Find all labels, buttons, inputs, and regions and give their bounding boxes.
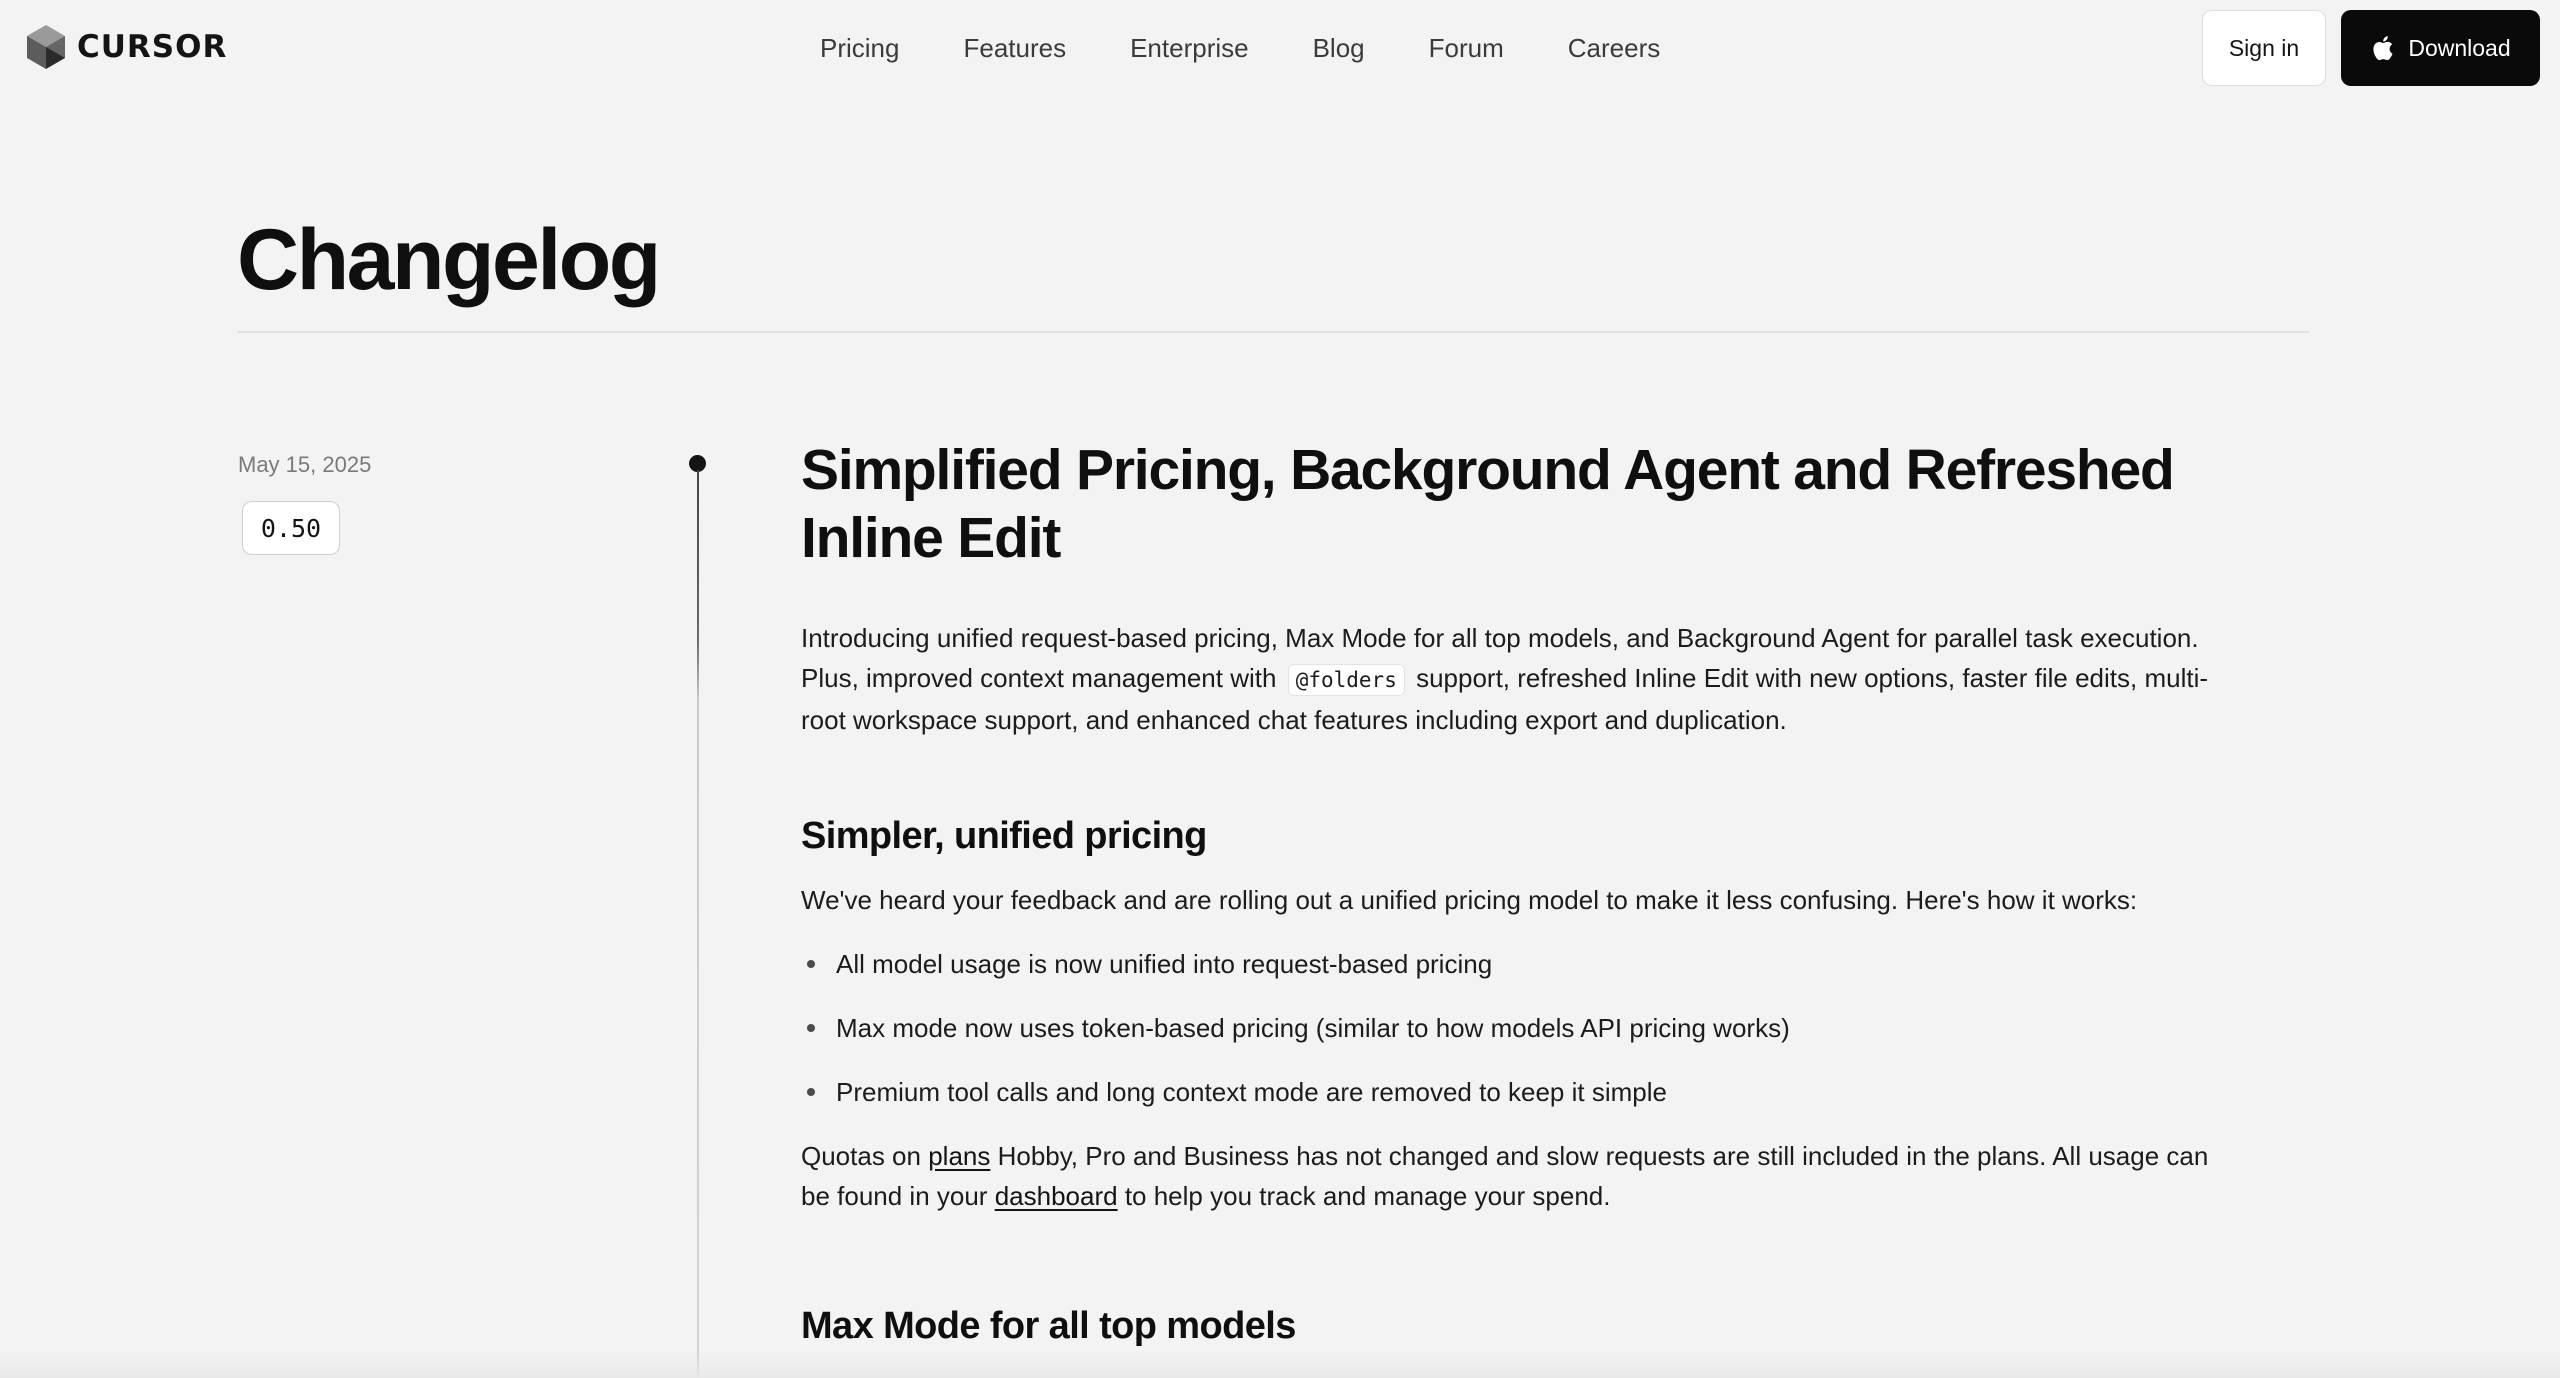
- sign-in-label: Sign in: [2228, 34, 2300, 61]
- list-item: Premium tool calls and long context mode…: [801, 1072, 2221, 1112]
- quotas-text-3: to help you track and manage your spend.: [1117, 1181, 1611, 1211]
- quotas-paragraph: Quotas on plans Hobby, Pro and Business …: [801, 1136, 2221, 1216]
- cursor-cube-icon: [27, 25, 65, 69]
- dashboard-link[interactable]: dashboard: [995, 1181, 1118, 1211]
- title-divider: [237, 331, 2309, 333]
- folders-code: @folders: [1287, 664, 1405, 696]
- list-item: Max mode now uses token-based pricing (s…: [801, 1008, 2221, 1048]
- nav-item-pricing[interactable]: Pricing: [820, 33, 899, 64]
- timeline-line: [697, 470, 699, 1378]
- apple-icon: [2373, 36, 2393, 61]
- site-header: CURSOR Pricing Features Enterprise Blog …: [0, 0, 2560, 96]
- brand-wordmark: CURSOR: [77, 29, 228, 65]
- section-heading-pricing: Simpler, unified pricing: [801, 815, 1207, 857]
- pricing-bullet-list: All model usage is now unified into requ…: [801, 944, 2221, 1112]
- download-button[interactable]: Download: [2341, 10, 2540, 86]
- nav-item-careers[interactable]: Careers: [1568, 33, 1660, 64]
- page-title: Changelog: [237, 212, 661, 308]
- nav-item-blog[interactable]: Blog: [1313, 33, 1365, 64]
- version-badge: 0.50: [242, 501, 340, 555]
- entry-intro: Introducing unified request-based pricin…: [801, 618, 2221, 740]
- changelog-entry: Simplified Pricing, Background Agent and…: [801, 436, 2221, 1350]
- entry-date: May 15, 2025: [238, 452, 372, 477]
- quotas-text-1: Quotas on: [801, 1141, 929, 1171]
- plans-link[interactable]: plans: [928, 1141, 990, 1171]
- section-heading-max-mode: Max Mode for all top models: [801, 1305, 1296, 1347]
- download-label: Download: [2408, 34, 2511, 61]
- nav-item-enterprise[interactable]: Enterprise: [1130, 33, 1249, 64]
- nav-item-features[interactable]: Features: [963, 33, 1066, 64]
- sign-in-button[interactable]: Sign in: [2202, 10, 2326, 86]
- bottom-fade: [0, 1352, 2560, 1378]
- main-nav: Pricing Features Enterprise Blog Forum C…: [820, 28, 1660, 68]
- cursor-logo[interactable]: CURSOR: [25, 22, 227, 72]
- list-item: All model usage is now unified into requ…: [801, 944, 2221, 984]
- version-number: 0.50: [260, 513, 322, 543]
- pricing-description: We've heard your feedback and are rollin…: [801, 885, 2138, 915]
- nav-item-forum[interactable]: Forum: [1429, 33, 1504, 64]
- entry-title: Simplified Pricing, Background Agent and…: [801, 438, 2175, 570]
